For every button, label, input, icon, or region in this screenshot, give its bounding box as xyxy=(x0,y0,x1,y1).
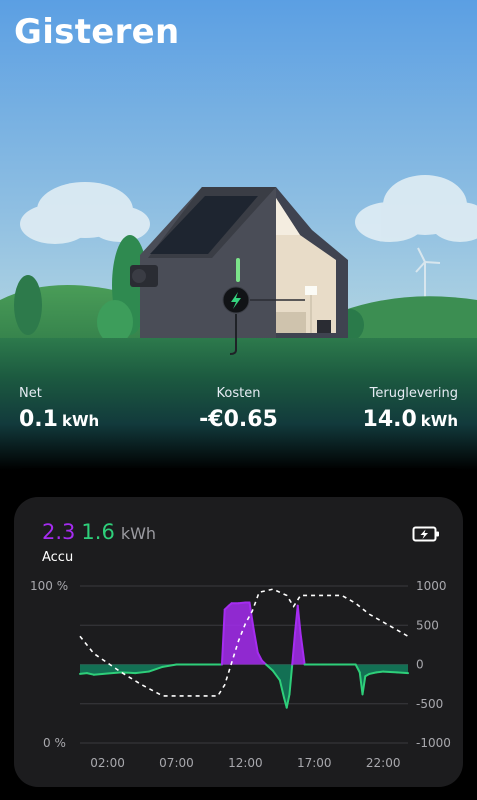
battery-charging-icon[interactable] xyxy=(412,524,440,544)
stat-teruglevering-value: 14.0 xyxy=(362,407,417,432)
page-title: Gisteren xyxy=(14,12,180,52)
battery-discharged-value: 1.6 xyxy=(81,520,115,544)
stat-teruglevering-value-line: 14.0 kWh xyxy=(363,407,458,432)
stat-teruglevering: Teruglevering 14.0 kWh xyxy=(363,386,458,432)
stat-teruglevering-unit: kWh xyxy=(420,412,458,430)
battery-charged-value: 2.3 xyxy=(42,520,76,544)
battery-unit: kWh xyxy=(120,524,157,543)
battery-readout: 2.3 1.6 kWh xyxy=(42,520,156,544)
stat-teruglevering-label: Teruglevering xyxy=(369,386,458,401)
battery-label: Accu xyxy=(42,550,74,565)
